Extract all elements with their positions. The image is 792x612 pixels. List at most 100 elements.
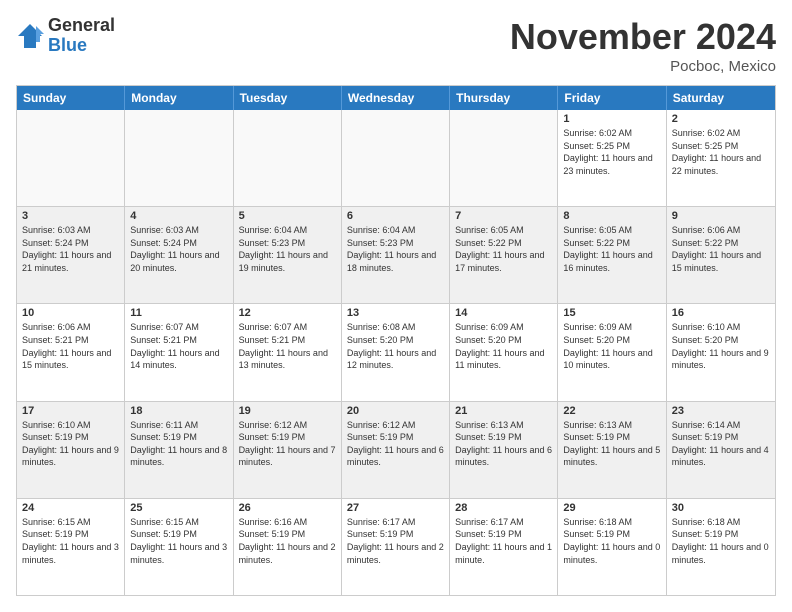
day-number: 20 (347, 405, 444, 417)
cal-cell-day-5: 5 Sunrise: 6:04 AM Sunset: 5:23 PM Daylig… (234, 207, 342, 303)
cell-info: Sunrise: 6:09 AM Sunset: 5:20 PM Dayligh… (563, 321, 660, 371)
month-title: November 2024 (510, 16, 776, 58)
day-number: 19 (239, 405, 336, 417)
cal-header-thursday: Thursday (450, 86, 558, 110)
logo-blue-text: Blue (48, 36, 115, 56)
day-number: 26 (239, 502, 336, 514)
cal-cell-day-10: 10 Sunrise: 6:06 AM Sunset: 5:21 PM Dayli… (17, 304, 125, 400)
cell-info: Sunrise: 6:04 AM Sunset: 5:23 PM Dayligh… (239, 224, 336, 274)
cal-cell-day-3: 3 Sunrise: 6:03 AM Sunset: 5:24 PM Daylig… (17, 207, 125, 303)
cal-cell-empty (342, 110, 450, 206)
day-number: 24 (22, 502, 119, 514)
cal-header-wednesday: Wednesday (342, 86, 450, 110)
calendar-body: 1 Sunrise: 6:02 AM Sunset: 5:25 PM Daylig… (17, 110, 775, 595)
cell-info: Sunrise: 6:07 AM Sunset: 5:21 PM Dayligh… (130, 321, 227, 371)
day-number: 28 (455, 502, 552, 514)
day-number: 11 (130, 307, 227, 319)
day-number: 27 (347, 502, 444, 514)
day-number: 17 (22, 405, 119, 417)
cal-cell-day-20: 20 Sunrise: 6:12 AM Sunset: 5:19 PM Dayli… (342, 402, 450, 498)
cal-cell-day-24: 24 Sunrise: 6:15 AM Sunset: 5:19 PM Dayli… (17, 499, 125, 595)
cell-info: Sunrise: 6:17 AM Sunset: 5:19 PM Dayligh… (455, 516, 552, 566)
cell-info: Sunrise: 6:09 AM Sunset: 5:20 PM Dayligh… (455, 321, 552, 371)
logo-general-text: General (48, 16, 115, 36)
cal-cell-day-21: 21 Sunrise: 6:13 AM Sunset: 5:19 PM Dayli… (450, 402, 558, 498)
day-number: 1 (563, 113, 660, 125)
cal-header-monday: Monday (125, 86, 233, 110)
logo: General Blue (16, 16, 115, 56)
cal-cell-day-16: 16Sunrise: 6:10 AM Sunset: 5:20 PM Dayli… (667, 304, 775, 400)
cal-cell-day-15: 15 Sunrise: 6:09 AM Sunset: 5:20 PM Dayli… (558, 304, 666, 400)
day-number: 5 (239, 210, 336, 222)
cal-cell-day-11: 11 Sunrise: 6:07 AM Sunset: 5:21 PM Dayli… (125, 304, 233, 400)
cal-cell-day-28: 28 Sunrise: 6:17 AM Sunset: 5:19 PM Dayli… (450, 499, 558, 595)
day-number: 3 (22, 210, 119, 222)
day-number: 7 (455, 210, 552, 222)
cell-info: Sunrise: 6:12 AM Sunset: 5:19 PM Dayligh… (239, 419, 336, 469)
day-number: 29 (563, 502, 660, 514)
cell-info: Sunrise: 6:10 AM Sunset: 5:19 PM Dayligh… (22, 419, 119, 469)
day-number: 6 (347, 210, 444, 222)
cal-cell-day-1: 1 Sunrise: 6:02 AM Sunset: 5:25 PM Daylig… (558, 110, 666, 206)
cal-row-0: 1 Sunrise: 6:02 AM Sunset: 5:25 PM Daylig… (17, 110, 775, 207)
cell-info: Sunrise: 6:04 AM Sunset: 5:23 PM Dayligh… (347, 224, 444, 274)
cell-info: Sunrise: 6:08 AM Sunset: 5:20 PM Dayligh… (347, 321, 444, 371)
cal-cell-day-29: 29Sunrise: 6:18 AM Sunset: 5:19 PM Dayli… (558, 499, 666, 595)
header: General Blue November 2024 Pocboc, Mexic… (16, 16, 776, 75)
cal-row-4: 24 Sunrise: 6:15 AM Sunset: 5:19 PM Dayli… (17, 499, 775, 595)
cal-cell-day-12: 12 Sunrise: 6:07 AM Sunset: 5:21 PM Dayli… (234, 304, 342, 400)
cell-info: Sunrise: 6:03 AM Sunset: 5:24 PM Dayligh… (22, 224, 119, 274)
cell-info: Sunrise: 6:03 AM Sunset: 5:24 PM Dayligh… (130, 224, 227, 274)
cell-info: Sunrise: 6:15 AM Sunset: 5:19 PM Dayligh… (22, 516, 119, 566)
cal-header-friday: Friday (558, 86, 666, 110)
cal-cell-day-17: 17 Sunrise: 6:10 AM Sunset: 5:19 PM Dayli… (17, 402, 125, 498)
day-number: 2 (672, 113, 770, 125)
day-number: 10 (22, 307, 119, 319)
day-number: 14 (455, 307, 552, 319)
cal-cell-day-4: 4Sunrise: 6:03 AM Sunset: 5:24 PM Daylig… (125, 207, 233, 303)
cal-cell-day-19: 19 Sunrise: 6:12 AM Sunset: 5:19 PM Dayli… (234, 402, 342, 498)
cell-info: Sunrise: 6:13 AM Sunset: 5:19 PM Dayligh… (455, 419, 552, 469)
day-number: 30 (672, 502, 770, 514)
cal-cell-day-25: 25 Sunrise: 6:15 AM Sunset: 5:19 PM Dayli… (125, 499, 233, 595)
cal-cell-day-9: 9Sunrise: 6:06 AM Sunset: 5:22 PM Daylig… (667, 207, 775, 303)
cal-header-tuesday: Tuesday (234, 86, 342, 110)
cell-info: Sunrise: 6:07 AM Sunset: 5:21 PM Dayligh… (239, 321, 336, 371)
page: General Blue November 2024 Pocboc, Mexic… (0, 0, 792, 612)
cal-cell-empty (450, 110, 558, 206)
day-number: 22 (563, 405, 660, 417)
cell-info: Sunrise: 6:17 AM Sunset: 5:19 PM Dayligh… (347, 516, 444, 566)
location: Pocboc, Mexico (510, 58, 776, 75)
cal-row-3: 17 Sunrise: 6:10 AM Sunset: 5:19 PM Dayli… (17, 402, 775, 499)
cal-cell-day-8: 8Sunrise: 6:05 AM Sunset: 5:22 PM Daylig… (558, 207, 666, 303)
cell-info: Sunrise: 6:12 AM Sunset: 5:19 PM Dayligh… (347, 419, 444, 469)
cal-cell-day-14: 14 Sunrise: 6:09 AM Sunset: 5:20 PM Dayli… (450, 304, 558, 400)
calendar: SundayMondayTuesdayWednesdayThursdayFrid… (16, 85, 776, 596)
day-number: 25 (130, 502, 227, 514)
day-number: 12 (239, 307, 336, 319)
day-number: 18 (130, 405, 227, 417)
day-number: 13 (347, 307, 444, 319)
cell-info: Sunrise: 6:05 AM Sunset: 5:22 PM Dayligh… (563, 224, 660, 274)
cal-row-2: 10 Sunrise: 6:06 AM Sunset: 5:21 PM Dayli… (17, 304, 775, 401)
cell-info: Sunrise: 6:10 AM Sunset: 5:20 PM Dayligh… (672, 321, 770, 371)
cal-cell-empty (125, 110, 233, 206)
title-area: November 2024 Pocboc, Mexico (510, 16, 776, 75)
cell-info: Sunrise: 6:06 AM Sunset: 5:21 PM Dayligh… (22, 321, 119, 371)
cell-info: Sunrise: 6:11 AM Sunset: 5:19 PM Dayligh… (130, 419, 227, 469)
logo-icon (16, 22, 44, 50)
cell-info: Sunrise: 6:15 AM Sunset: 5:19 PM Dayligh… (130, 516, 227, 566)
day-number: 23 (672, 405, 770, 417)
cal-cell-day-13: 13 Sunrise: 6:08 AM Sunset: 5:20 PM Dayli… (342, 304, 450, 400)
day-number: 21 (455, 405, 552, 417)
cell-info: Sunrise: 6:06 AM Sunset: 5:22 PM Dayligh… (672, 224, 770, 274)
day-number: 15 (563, 307, 660, 319)
cell-info: Sunrise: 6:13 AM Sunset: 5:19 PM Dayligh… (563, 419, 660, 469)
cal-cell-empty (17, 110, 125, 206)
calendar-header: SundayMondayTuesdayWednesdayThursdayFrid… (17, 86, 775, 110)
cal-cell-day-23: 23Sunrise: 6:14 AM Sunset: 5:19 PM Dayli… (667, 402, 775, 498)
cal-header-saturday: Saturday (667, 86, 775, 110)
cell-info: Sunrise: 6:02 AM Sunset: 5:25 PM Dayligh… (563, 127, 660, 177)
cal-cell-empty (234, 110, 342, 206)
logo-text: General Blue (48, 16, 115, 56)
